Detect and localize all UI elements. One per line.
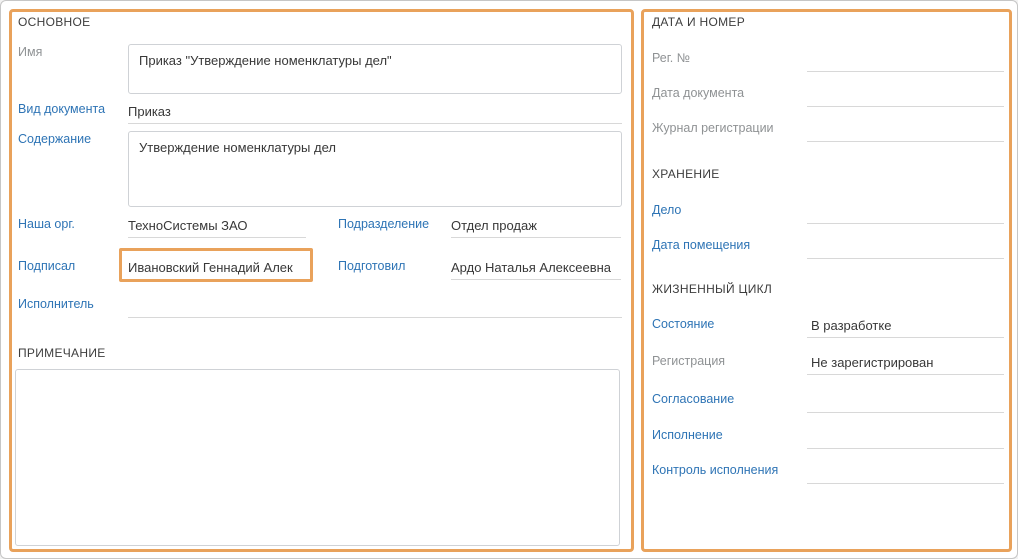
field-reg-journal-input[interactable] (807, 121, 1004, 142)
field-approval-input[interactable] (807, 392, 1004, 413)
document-card-window: ОСНОВНОЕ Имя Приказ "Утверждение номенкл… (0, 0, 1018, 559)
field-assignee-input[interactable] (128, 297, 622, 318)
field-registration-input[interactable]: Не зарегистрирован (807, 354, 1004, 375)
section-title-lifecycle: ЖИЗНЕННЫЙ ЦИКЛ (652, 282, 772, 296)
section-title-main: ОСНОВНОЕ (18, 15, 90, 29)
field-doc-kind-input[interactable]: Приказ (128, 103, 622, 124)
section-title-date-number: ДАТА И НОМЕР (652, 15, 745, 29)
field-reg-number-input[interactable] (807, 51, 1004, 72)
field-department-input[interactable]: Отдел продаж (451, 217, 621, 238)
field-placing-date-input[interactable] (807, 238, 1004, 259)
field-placing-date-label: Дата помещения (652, 238, 750, 252)
field-registration-label: Регистрация (652, 354, 725, 368)
field-assignee-label: Исполнитель (18, 297, 94, 311)
field-case-file-input[interactable] (807, 203, 1004, 224)
field-execution-control-label: Контроль исполнения (652, 463, 778, 477)
field-subject-label: Содержание (18, 132, 91, 146)
field-execution-input[interactable] (807, 428, 1004, 449)
field-doc-kind-label: Вид документа (18, 102, 105, 116)
field-prepared-by-label: Подготовил (338, 259, 405, 273)
field-reg-journal-label: Журнал регистрации (652, 121, 774, 135)
field-signed-by-input[interactable]: Ивановский Геннадий Алек (128, 259, 306, 280)
field-reg-number-label: Рег. № (652, 51, 690, 65)
section-title-note: ПРИМЕЧАНИЕ (18, 346, 106, 360)
field-execution-control-input[interactable] (807, 463, 1004, 484)
field-state-label: Состояние (652, 317, 714, 331)
section-title-storage: ХРАНЕНИЕ (652, 167, 720, 181)
field-our-org-label: Наша орг. (18, 217, 75, 231)
field-subject-input[interactable]: Утверждение номенклатуры дел (128, 131, 622, 207)
field-approval-label: Согласование (652, 392, 734, 406)
field-note-input[interactable] (15, 369, 620, 546)
field-name-label: Имя (18, 45, 42, 59)
field-name-input[interactable]: Приказ "Утверждение номенклатуры дел" (128, 44, 622, 94)
field-execution-label: Исполнение (652, 428, 723, 442)
field-prepared-by-input[interactable]: Ардо Наталья Алексеевна (451, 259, 621, 280)
field-state-input[interactable]: В разработке (807, 317, 1004, 338)
field-our-org-input[interactable]: ТехноСистемы ЗАО (128, 217, 306, 238)
field-case-file-label: Дело (652, 203, 681, 217)
field-signed-by-label: Подписал (18, 259, 75, 273)
field-doc-date-input[interactable] (807, 86, 1004, 107)
field-doc-date-label: Дата документа (652, 86, 744, 100)
field-department-label: Подразделение (338, 217, 429, 231)
